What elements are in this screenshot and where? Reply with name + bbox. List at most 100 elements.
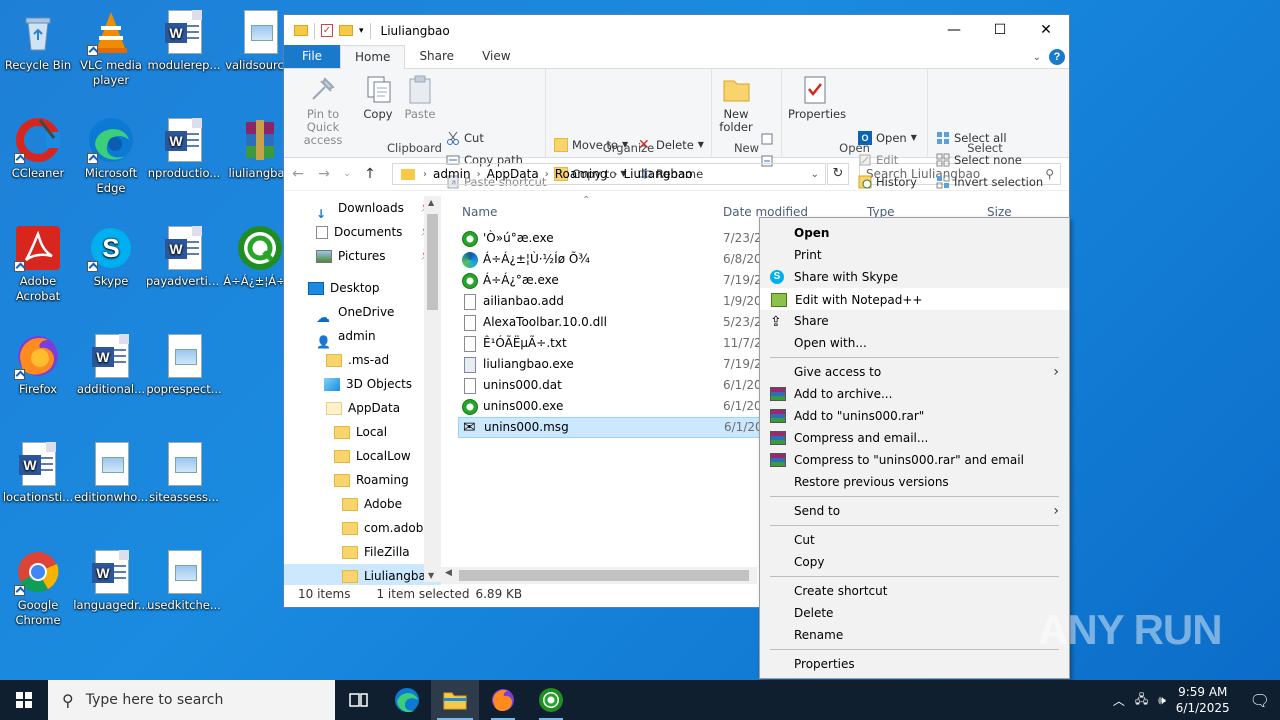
desktop-icon-siteassess[interactable]: siteassess... [146, 440, 222, 505]
menu-item-rename[interactable]: Rename [760, 624, 1069, 646]
desktop-icon-edge[interactable]: Microsoft Edge [73, 116, 149, 196]
breadcrumb-appdata[interactable]: AppData [483, 167, 543, 181]
history-button[interactable]: History [858, 172, 917, 192]
tab-home[interactable]: Home [340, 45, 406, 69]
breadcrumb-chevron-icon[interactable]: › [475, 169, 483, 180]
recent-locations-chevron-icon[interactable]: ⌄ [342, 169, 352, 179]
pin-to-quick-access-button[interactable]: Pin to Quick access [290, 73, 356, 147]
menu-item-add-to-rar[interactable]: Add to "unins000.rar" [760, 405, 1069, 427]
nav-scrollbar-thumb[interactable] [427, 214, 438, 310]
menu-item-copy[interactable]: Copy [760, 551, 1069, 573]
column-name[interactable]: Name [462, 205, 497, 219]
desktop-icon-ccleaner[interactable]: CCleaner [0, 116, 76, 181]
nav-item-onedrive[interactable]: ☁ OneDrive [284, 300, 441, 326]
file-row[interactable]: AlexaToolbar.10.0.dll5/23/20 [458, 312, 768, 333]
file-row[interactable]: 'Ò»ú°æ.exe7/23/20 [458, 228, 768, 249]
network-icon[interactable]: 🖧 [1135, 690, 1148, 711]
invert-selection-button[interactable]: Invert selection [936, 172, 1043, 192]
paste-button[interactable]: Paste [402, 73, 438, 121]
nav-item-3d-objects[interactable]: 3D Objects [284, 372, 441, 396]
new-folder-button[interactable]: New folder [716, 73, 756, 134]
nav-item-documents[interactable]: Documents📌 [284, 220, 441, 244]
customize-toolbar-chevron-icon[interactable]: ▾ [359, 26, 364, 36]
volume-icon[interactable]: 🕪 [1158, 693, 1166, 708]
up-arrow-icon[interactable]: ↑ [362, 166, 378, 182]
menu-item-edit-with-notepad-plus-plus[interactable]: Edit with Notepad++ [760, 288, 1069, 310]
menu-item-print[interactable]: Print [760, 244, 1069, 266]
tab-share[interactable]: Share [405, 45, 468, 68]
breadcrumb-admin[interactable]: admin [429, 167, 475, 181]
file-row[interactable]: Á÷Á¿°æ.exe7/19/20 [458, 270, 768, 291]
tab-view[interactable]: View [468, 45, 524, 68]
desktop-icon-skype[interactable]: S Skype [73, 224, 149, 289]
desktop-icon-payadvertis[interactable]: W payadvertis... [146, 224, 222, 289]
nav-item-locallow[interactable]: LocalLow [284, 444, 441, 468]
start-button[interactable] [0, 680, 48, 720]
scroll-up-arrow-icon[interactable]: ▲ [428, 198, 434, 207]
desktop-icon-adobe-acrobat[interactable]: Adobe Acrobat [0, 224, 76, 304]
address-dropdown-chevron-icon[interactable]: ⌄ [811, 169, 819, 180]
nav-item-local[interactable]: Local [284, 420, 441, 444]
breadcrumb-chevron-icon[interactable]: › [543, 169, 551, 180]
taskbar-firefox-icon[interactable] [479, 680, 527, 720]
copy-button[interactable]: Copy [360, 73, 396, 121]
forward-arrow-icon[interactable]: → [316, 166, 332, 182]
file-row[interactable]: unins000.exe6/1/202 [458, 396, 768, 417]
breadcrumb-liuliangbao[interactable]: Liuliangbao [619, 167, 696, 181]
breadcrumb-chevron-icon[interactable]: › [421, 169, 429, 180]
menu-item-send-to[interactable]: Send to › [760, 500, 1069, 522]
menu-item-share-with-skype[interactable]: S Share with Skype [760, 266, 1069, 288]
taskbar-search-box[interactable]: ⚲ Type here to search [48, 680, 335, 720]
help-icon[interactable]: ? [1049, 49, 1065, 65]
desktop-icon-firefox[interactable]: Firefox [0, 332, 76, 397]
nav-item-downloads[interactable]: ↓Downloads📌 [284, 196, 441, 221]
nav-item-roaming[interactable]: Roaming [284, 468, 441, 492]
file-row[interactable]: liuliangbao.exe7/19/20 [458, 354, 768, 375]
back-arrow-icon[interactable]: ← [290, 166, 306, 182]
minimize-button[interactable]: — [931, 15, 977, 46]
refresh-icon[interactable]: ↻ [827, 163, 849, 185]
scroll-left-arrow-icon[interactable]: ◀ [445, 568, 452, 578]
notifications-icon[interactable]: 🗨 [1250, 691, 1270, 710]
maximize-button[interactable]: ☐ [977, 15, 1023, 46]
menu-item-open-with[interactable]: Open with... [760, 332, 1069, 354]
desktop-icon-editionwho[interactable]: editionwho... [73, 440, 149, 505]
file-row[interactable]: unins000.dat6/1/202 [458, 375, 768, 396]
desktop-icon-recycle-bin[interactable]: Recycle Bin [0, 8, 76, 73]
menu-item-properties[interactable]: Properties [760, 653, 1069, 675]
desktop-icon-vlc[interactable]: VLC media player [73, 8, 149, 88]
nav-scrollbar[interactable]: ▲ ▼ [424, 196, 441, 582]
close-button[interactable]: ✕ [1023, 15, 1069, 46]
taskbar-file-explorer-icon[interactable] [431, 680, 479, 720]
menu-item-compress-to-rar-and-email[interactable]: Compress to "unins000.rar" and email [760, 449, 1069, 471]
nav-item-com-adobe[interactable]: com.adobe. [284, 516, 441, 540]
task-view-icon[interactable] [335, 680, 383, 720]
expand-ribbon-chevron-icon[interactable]: ⌄ [1033, 52, 1041, 63]
menu-item-share[interactable]: ⇪ Share [760, 310, 1069, 332]
nav-item-adobe[interactable]: Adobe [284, 492, 441, 516]
nav-item-ms-ad[interactable]: .ms-ad [284, 348, 441, 372]
taskbar-edge-icon[interactable] [383, 680, 431, 720]
nav-item-appdata[interactable]: AppData [284, 396, 441, 420]
desktop-icon-nproductio[interactable]: W nproductio... [146, 116, 222, 181]
desktop-icon-poprespect[interactable]: poprespect... [146, 332, 222, 397]
properties-quick-icon[interactable]: ✓ [321, 24, 333, 37]
file-row[interactable]: Ê¹ÓÃËµÃ÷.txt11/7/20 [458, 333, 768, 354]
file-row[interactable]: ailianbao.add1/9/201 [458, 291, 768, 312]
nav-item-desktop[interactable]: Desktop [284, 276, 441, 300]
menu-item-cut[interactable]: Cut [760, 529, 1069, 551]
horizontal-scrollbar-thumb[interactable] [459, 570, 749, 581]
menu-item-give-access-to[interactable]: Give access to › [760, 361, 1069, 383]
breadcrumb-roaming[interactable]: Roaming [551, 167, 612, 181]
properties-button[interactable]: Properties [788, 73, 846, 121]
title-bar[interactable]: ✓ ▾ Liuliangbao — ☐ ✕ [284, 15, 1069, 46]
file-row[interactable]: Á÷Á¿±¦Ù·½Íø Õ¾6/8/201 [458, 249, 768, 270]
scroll-down-arrow-icon[interactable]: ▼ [428, 571, 434, 580]
menu-item-restore-previous-versions[interactable]: Restore previous versions [760, 471, 1069, 493]
menu-item-compress-and-email[interactable]: Compress and email... [760, 427, 1069, 449]
new-folder-quick-icon[interactable] [339, 25, 353, 36]
nav-item-pictures[interactable]: Pictures📌 [284, 244, 441, 268]
desktop-icon-locationsti[interactable]: W locationsti... [0, 440, 76, 505]
desktop-icon-additional[interactable]: W additional... [73, 332, 149, 397]
desktop-icon-modulerep[interactable]: W modulerep... [146, 8, 222, 73]
